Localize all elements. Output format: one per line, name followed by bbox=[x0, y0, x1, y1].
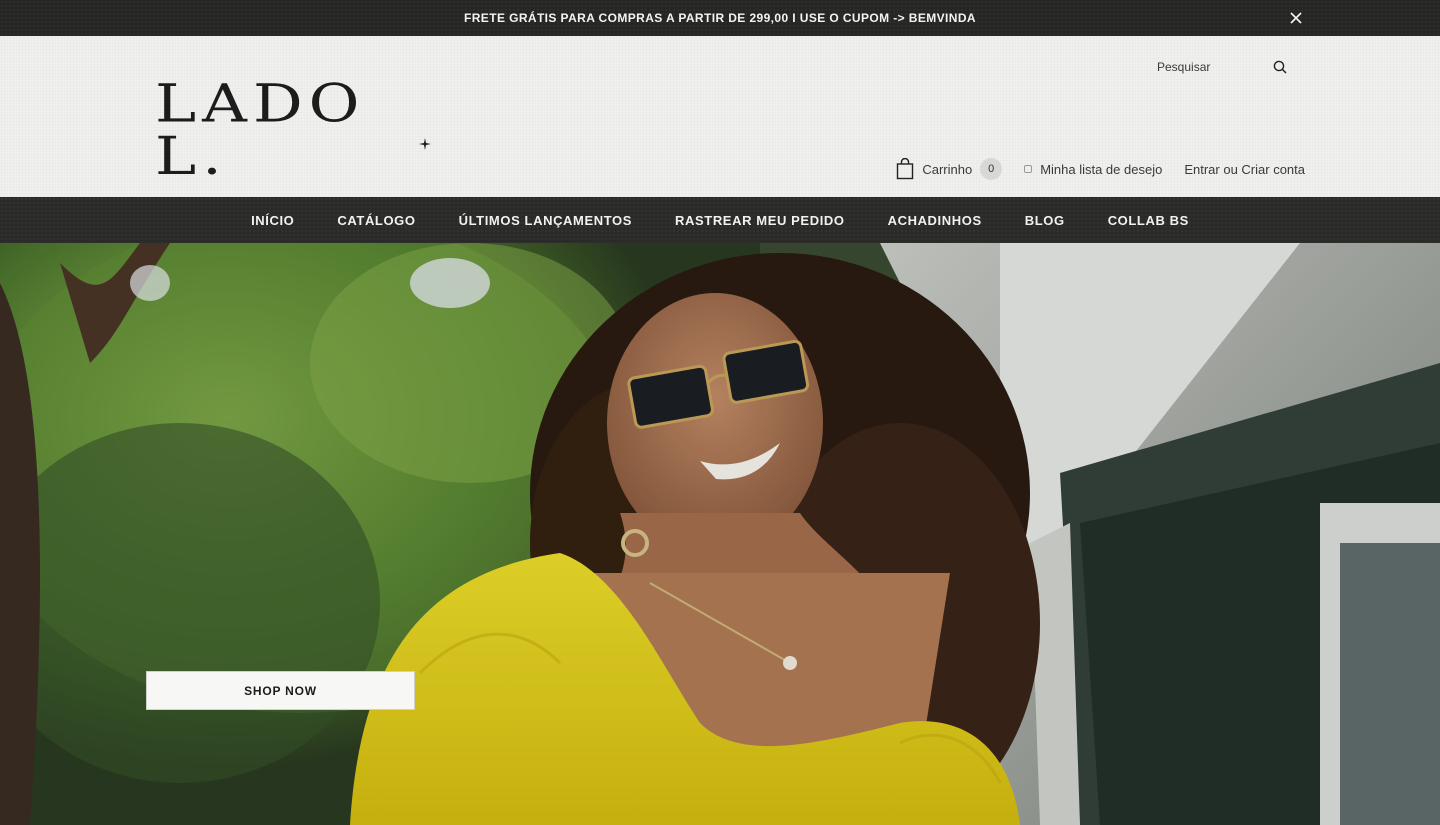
cart-count-badge: 0 bbox=[980, 158, 1003, 180]
search-box bbox=[1150, 54, 1300, 80]
cart-label: Carrinho bbox=[922, 161, 973, 177]
heart-icon bbox=[1024, 165, 1033, 173]
sparkle-icon bbox=[419, 138, 431, 150]
nav-item-blog[interactable]: BLOG bbox=[1025, 213, 1065, 228]
search-input[interactable] bbox=[1150, 60, 1260, 74]
close-icon[interactable] bbox=[1286, 8, 1306, 28]
wishlist-label: Minha lista de desejo bbox=[1040, 161, 1163, 177]
announcement-text: FRETE GRÁTIS PARA COMPRAS A PARTIR DE 29… bbox=[464, 11, 976, 25]
nav-item-catalogo[interactable]: CATÁLOGO bbox=[337, 213, 415, 228]
nav-item-inicio[interactable]: INÍCIO bbox=[251, 213, 294, 228]
nav-item-achadinhos[interactable]: ACHADINHOS bbox=[888, 213, 982, 228]
nav-item-collab-bs[interactable]: COLLAB BS bbox=[1108, 213, 1189, 228]
wishlist-link[interactable]: Minha lista de desejo bbox=[1024, 162, 1162, 177]
account-link[interactable]: Entrar ou Criar conta bbox=[1184, 162, 1305, 177]
logo[interactable]: LADO L. bbox=[155, 77, 435, 182]
logo-text: LADO L. bbox=[155, 72, 366, 187]
main-nav: INÍCIO CATÁLOGO ÚLTIMOS LANÇAMENTOS RAST… bbox=[0, 197, 1440, 243]
announcement-bar: FRETE GRÁTIS PARA COMPRAS A PARTIR DE 29… bbox=[0, 0, 1440, 36]
nav-item-ultimos-lancamentos[interactable]: ÚLTIMOS LANÇAMENTOS bbox=[459, 213, 632, 228]
site-header: LADO L. Carrinho 0 Minha lista de desejo… bbox=[0, 36, 1440, 197]
account-label: Entrar ou Criar conta bbox=[1184, 161, 1305, 177]
hero-banner: SHOP NOW bbox=[0, 243, 1440, 825]
cart-link[interactable]: Carrinho 0 bbox=[896, 158, 1003, 180]
nav-item-rastrear-pedido[interactable]: RASTREAR MEU PEDIDO bbox=[675, 213, 845, 228]
header-links: Carrinho 0 Minha lista de desejo Entrar … bbox=[896, 156, 1305, 182]
shopping-bag-icon bbox=[897, 158, 914, 180]
shop-now-button[interactable]: SHOP NOW bbox=[146, 671, 415, 710]
search-icon[interactable] bbox=[1270, 57, 1290, 77]
hero-image bbox=[0, 243, 1440, 825]
